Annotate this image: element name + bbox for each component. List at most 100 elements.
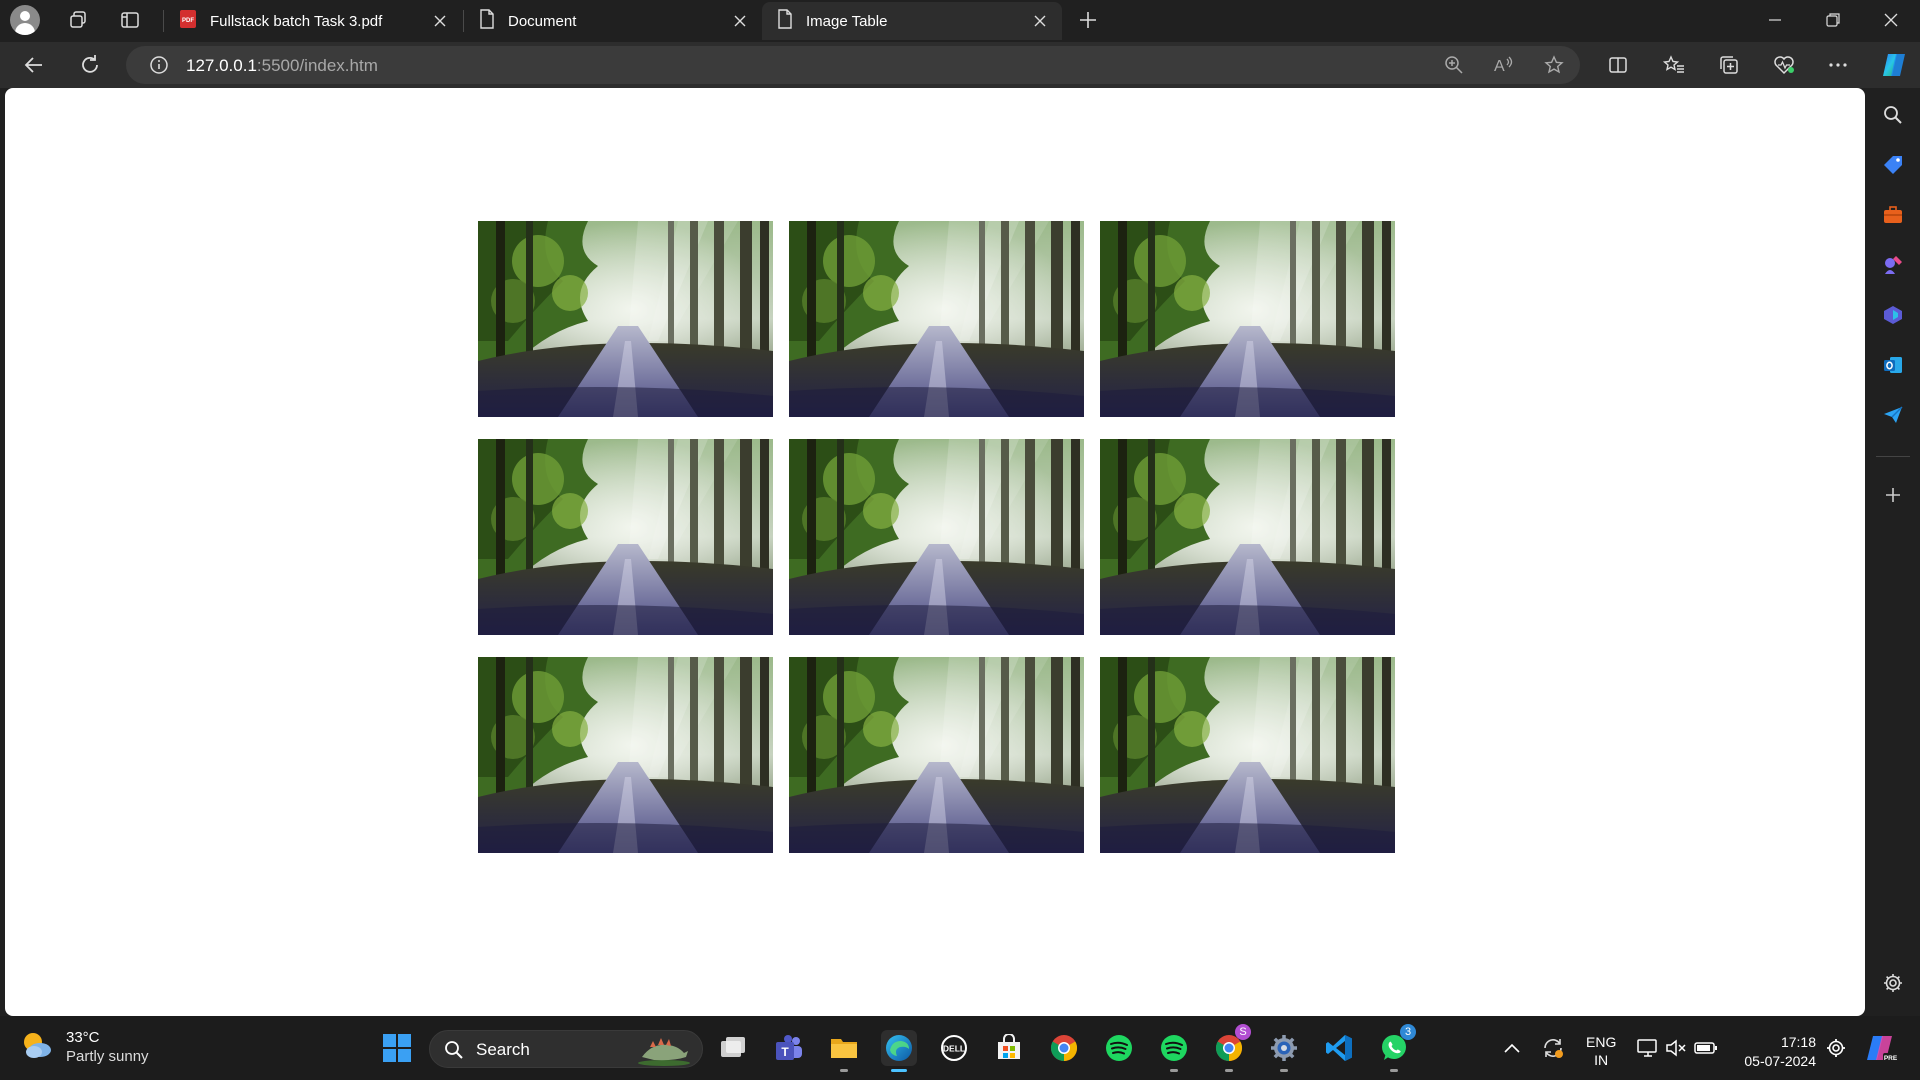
back-button[interactable] <box>16 48 52 82</box>
running-indicator <box>1225 1069 1233 1072</box>
search-label: Search <box>476 1040 530 1059</box>
close-window-button[interactable] <box>1868 0 1914 40</box>
weather-description: Partly sunny <box>66 1048 149 1065</box>
browser-toolbar: 127.0.0.1:5500/index.htm A <box>0 42 1920 88</box>
tab-document[interactable]: Document <box>464 2 762 40</box>
dell-icon[interactable]: DELL <box>936 1030 972 1066</box>
table-row <box>478 657 1398 853</box>
teams-icon[interactable]: T <box>771 1030 807 1066</box>
notification-badge: 3 <box>1400 1024 1416 1040</box>
table-row <box>478 221 1398 417</box>
refresh-button[interactable] <box>72 48 108 82</box>
microsoft-store-icon[interactable] <box>991 1030 1027 1066</box>
profile-avatar-icon[interactable] <box>10 5 40 35</box>
edge-icon[interactable] <box>881 1030 917 1072</box>
settings-icon[interactable] <box>1878 968 1908 998</box>
tab-label: Document <box>508 12 577 30</box>
partly-sunny-icon <box>20 1030 54 1065</box>
volume-muted-icon[interactable] <box>1664 1036 1688 1060</box>
sidebar-divider <box>1876 456 1910 457</box>
battery-icon[interactable] <box>1694 1036 1718 1060</box>
spotify-icon[interactable] <box>1156 1030 1192 1072</box>
page-icon <box>776 9 794 33</box>
weather-widget[interactable]: 33°C Partly sunny <box>20 1028 149 1066</box>
edge-sidebar <box>1866 88 1920 1016</box>
search-highlight-dinosaur-icon <box>634 1033 694 1072</box>
send-icon[interactable] <box>1878 400 1908 430</box>
site-info-icon[interactable] <box>144 50 174 80</box>
copilot-icon[interactable] <box>1876 48 1912 82</box>
address-bar[interactable]: 127.0.0.1:5500/index.htm A <box>126 46 1580 84</box>
windows-taskbar: 33°C Partly sunny Search T DELL S 3 ENG … <box>0 1016 1920 1080</box>
close-tab-icon[interactable] <box>1030 11 1050 31</box>
image-table <box>478 221 1398 875</box>
games-icon[interactable] <box>1878 250 1908 280</box>
svg-text:PDF: PDF <box>182 18 194 24</box>
settings-icon[interactable] <box>1266 1030 1302 1072</box>
split-screen-icon[interactable] <box>1600 48 1636 82</box>
language-code: ENG <box>1586 1034 1617 1050</box>
running-indicator <box>840 1069 848 1072</box>
read-aloud-icon[interactable]: A <box>1489 50 1519 80</box>
restore-button[interactable] <box>1810 0 1856 40</box>
system-clock[interactable]: 17:18 05-07-2024 <box>1734 1033 1816 1071</box>
search-icon <box>444 1040 464 1065</box>
running-indicator <box>1280 1069 1288 1072</box>
favorites-icon[interactable] <box>1656 48 1692 82</box>
tab-label: Image Table <box>806 12 888 30</box>
search-icon[interactable] <box>1878 100 1908 130</box>
chrome-icon[interactable] <box>1046 1030 1082 1066</box>
spotify-icon[interactable] <box>1101 1030 1137 1066</box>
zoom-icon[interactable] <box>1439 50 1469 80</box>
weather-temperature: 33°C <box>66 1029 100 1046</box>
vertical-tabs-icon[interactable] <box>112 4 148 36</box>
forest-road-image <box>789 439 1084 635</box>
favorite-star-icon[interactable] <box>1539 50 1569 80</box>
outlook-icon[interactable] <box>1878 350 1908 380</box>
shopping-tag-icon[interactable] <box>1878 150 1908 180</box>
whatsapp-icon[interactable]: 3 <box>1376 1024 1416 1072</box>
task-view-icon[interactable] <box>715 1030 751 1066</box>
url-host: 127.0.0.1 <box>186 56 257 75</box>
chrome-profile-icon[interactable]: S <box>1211 1024 1251 1072</box>
file-explorer-icon[interactable] <box>826 1030 862 1072</box>
vscode-icon[interactable] <box>1321 1030 1357 1066</box>
windows-start-icon[interactable] <box>382 1033 412 1063</box>
taskbar-search[interactable]: Search <box>429 1030 703 1068</box>
language-region: IN <box>1594 1052 1609 1068</box>
forest-road-image <box>789 221 1084 417</box>
copilot-pre-icon[interactable]: PRE <box>1864 1032 1900 1064</box>
forest-road-image <box>478 657 773 853</box>
close-tab-icon[interactable] <box>430 11 450 31</box>
running-indicator <box>1170 1069 1178 1072</box>
svg-text:A: A <box>1494 58 1505 75</box>
chevron-up-icon[interactable] <box>1500 1036 1524 1060</box>
workspaces-icon[interactable] <box>60 4 96 36</box>
copilot-app-icon[interactable] <box>1878 300 1908 330</box>
forest-road-image <box>478 221 773 417</box>
tools-briefcase-icon[interactable] <box>1878 200 1908 230</box>
browser-essentials-icon[interactable] <box>1766 48 1802 82</box>
new-tab-button[interactable] <box>1070 4 1106 36</box>
close-tab-icon[interactable] <box>730 11 750 31</box>
add-icon[interactable] <box>1878 480 1908 510</box>
active-indicator <box>891 1069 907 1072</box>
svg-text:PRE: PRE <box>1884 1055 1898 1062</box>
page-icon <box>478 9 496 33</box>
tab-pdf[interactable]: PDF Fullstack batch Task 3.pdf <box>164 2 462 40</box>
tab-image-table[interactable]: Image Table <box>762 2 1062 40</box>
sync-icon[interactable] <box>1541 1036 1565 1060</box>
svg-text:DELL: DELL <box>943 1044 965 1054</box>
forest-road-image <box>789 657 1084 853</box>
notification-settings-icon[interactable] <box>1824 1036 1848 1060</box>
url-path: :5500/index.htm <box>256 56 378 75</box>
network-display-icon[interactable] <box>1636 1036 1660 1060</box>
page-viewport[interactable] <box>5 88 1865 1016</box>
tab-label: Fullstack batch Task 3.pdf <box>210 12 383 30</box>
minimize-button[interactable] <box>1752 0 1798 40</box>
more-options-icon[interactable] <box>1820 48 1856 82</box>
browser-title-bar: PDF Fullstack batch Task 3.pdf Document … <box>0 0 1920 42</box>
url-text[interactable]: 127.0.0.1:5500/index.htm <box>186 56 378 76</box>
collections-icon[interactable] <box>1711 48 1747 82</box>
language-indicator[interactable]: ENG IN <box>1586 1033 1616 1069</box>
